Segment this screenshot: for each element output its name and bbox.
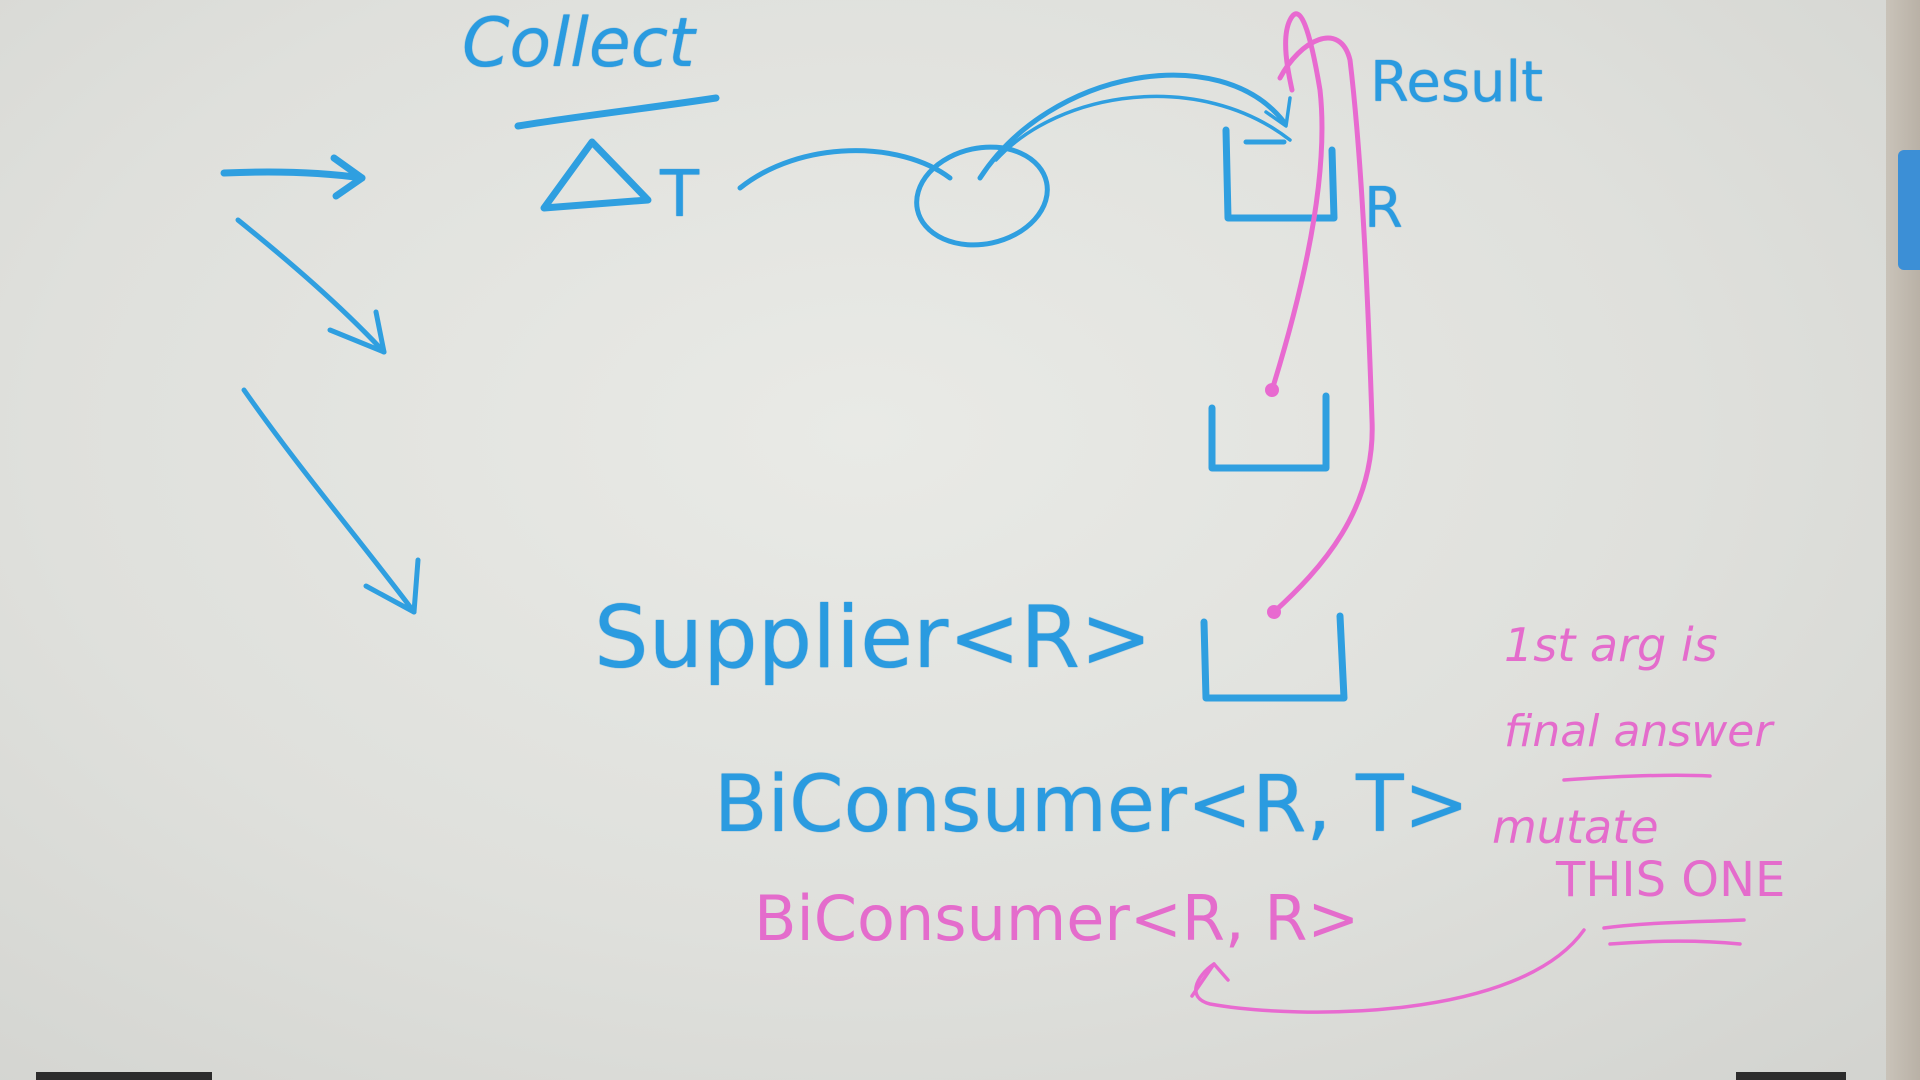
partial-container-lower	[1200, 612, 1348, 702]
note-line-4: THIS ONE	[1556, 852, 1786, 908]
partial-container	[1208, 392, 1330, 472]
arrow-diagonal-icon	[235, 217, 387, 355]
merge-arrow	[1269, 11, 1325, 393]
biconsumer-rr-label: BiConsumer<R, R>	[754, 882, 1360, 955]
whiteboard: Collect T Result R Supplier<R> BiConsume…	[0, 0, 1920, 1080]
collect-underline	[514, 94, 720, 130]
biconsumer-rt-label: BiConsumer<R, T>	[714, 760, 1470, 850]
arrow-down-diagonal-icon	[241, 387, 421, 615]
type-t-label: T	[660, 158, 700, 232]
result-label: Result	[1370, 50, 1544, 115]
supplier-label: Supplier<R>	[594, 588, 1153, 688]
marker-tray-right	[1736, 1072, 1846, 1080]
note-line-1: 1st arg is	[1504, 618, 1718, 672]
blue-eraser	[1898, 150, 1920, 270]
triangle-icon	[540, 138, 652, 212]
collect-title: Collect	[462, 4, 695, 83]
connector-curve	[737, 148, 953, 191]
type-r-label: R	[1364, 176, 1403, 241]
accumulate-arc-icon	[977, 72, 1287, 181]
note-line-2: final answer	[1504, 706, 1773, 757]
arrow-right-icon	[220, 154, 366, 200]
note-line-3: mutate	[1492, 800, 1659, 854]
element-ellipse	[914, 144, 1050, 248]
marker-tray-left	[36, 1072, 212, 1080]
